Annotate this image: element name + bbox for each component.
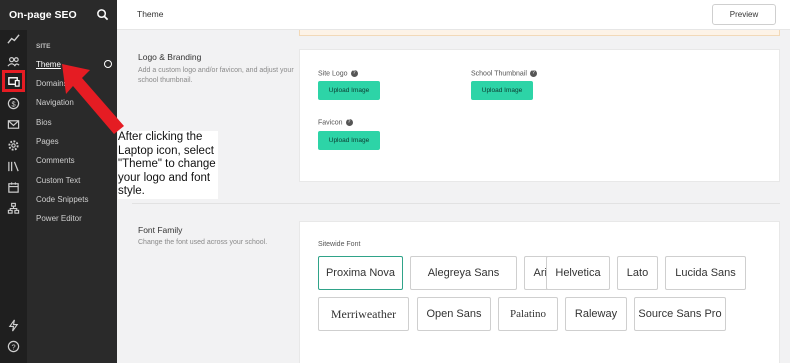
site-logo-upload-button[interactable]: Upload Image [318, 81, 380, 100]
font-option-alegreya-sans[interactable]: Alegreya Sans [410, 256, 517, 290]
help-circle-icon[interactable]: ? [345, 119, 353, 126]
font-option-lucida-sans[interactable]: Lucida Sans [665, 256, 746, 290]
laptop-icon[interactable] [2, 70, 25, 92]
logo-section-title: Logo & Branding [138, 52, 202, 62]
sidebar-item-pages[interactable]: Pages [36, 137, 59, 146]
tutorial-annotation: After clicking the Laptop icon, select "… [118, 131, 218, 199]
font-option-palatino[interactable]: Palatino [498, 297, 558, 331]
sitewide-font-label: Sitewide Font [318, 241, 361, 248]
users-icon[interactable] [4, 52, 23, 70]
settings-icon[interactable] [4, 136, 23, 154]
svg-text:$: $ [11, 99, 15, 108]
font-option-source-sans-pro[interactable]: Source Sans Pro [634, 297, 726, 331]
help-circle-icon[interactable]: ? [350, 70, 358, 77]
preview-button[interactable]: Preview [712, 4, 776, 25]
site-logo-label: Site Logo? [318, 70, 358, 77]
sidebar-item-theme[interactable]: Theme [36, 60, 61, 69]
font-option-lato[interactable]: Lato [617, 256, 658, 290]
svg-text:?: ? [11, 342, 15, 351]
red-arrow-icon [62, 64, 124, 134]
icon-rail: $ ? [0, 0, 27, 363]
page-header: Theme Preview [117, 0, 790, 30]
font-section-description: Change the font used across your school. [138, 239, 268, 246]
dollar-icon[interactable]: $ [4, 94, 23, 112]
logo-card [299, 49, 780, 182]
sidebar-item-comments[interactable]: Comments [36, 156, 75, 165]
school-thumbnail-upload-button[interactable]: Upload Image [471, 81, 533, 100]
font-option-proxima-nova[interactable]: Proxima Nova [318, 256, 403, 290]
school-name[interactable]: On-page SEO [9, 9, 77, 21]
school-header: On-page SEO [0, 0, 117, 30]
sidebar-item-power-editor[interactable]: Power Editor [36, 214, 82, 223]
bolt-icon[interactable] [4, 316, 23, 334]
font-card [299, 221, 780, 363]
font-section-title: Font Family [138, 225, 183, 235]
help-icon[interactable]: ? [4, 337, 23, 355]
school-thumbnail-label: School Thumbnail? [471, 70, 537, 77]
page-title: Theme [137, 9, 164, 19]
font-option-raleway[interactable]: Raleway [565, 297, 627, 331]
sidebar-item-custom-text[interactable]: Custom Text [36, 176, 80, 185]
sidebar-item-code-snippets[interactable]: Code Snippets [36, 195, 88, 204]
sidebar-item-bios[interactable]: Bios [36, 118, 52, 127]
library-icon[interactable] [4, 157, 23, 175]
sitemap-icon[interactable] [4, 199, 23, 217]
font-option-helvetica[interactable]: Helvetica [546, 256, 610, 290]
mail-icon[interactable] [4, 115, 23, 133]
analytics-icon[interactable] [4, 30, 23, 48]
search-icon[interactable] [96, 8, 109, 21]
help-circle-icon[interactable]: ? [529, 70, 537, 77]
font-option-open-sans[interactable]: Open Sans [417, 297, 491, 331]
favicon-label: Favicon? [318, 119, 353, 126]
section-divider [132, 203, 780, 204]
sidebar-section-label: SITE [36, 43, 51, 50]
logo-section-description: Add a custom logo and/or favicon, and ad… [138, 67, 294, 84]
calendar-icon[interactable] [4, 178, 23, 196]
notice-banner [299, 30, 780, 36]
favicon-upload-button[interactable]: Upload Image [318, 131, 380, 150]
font-option-merriweather[interactable]: Merriweather [318, 297, 409, 331]
